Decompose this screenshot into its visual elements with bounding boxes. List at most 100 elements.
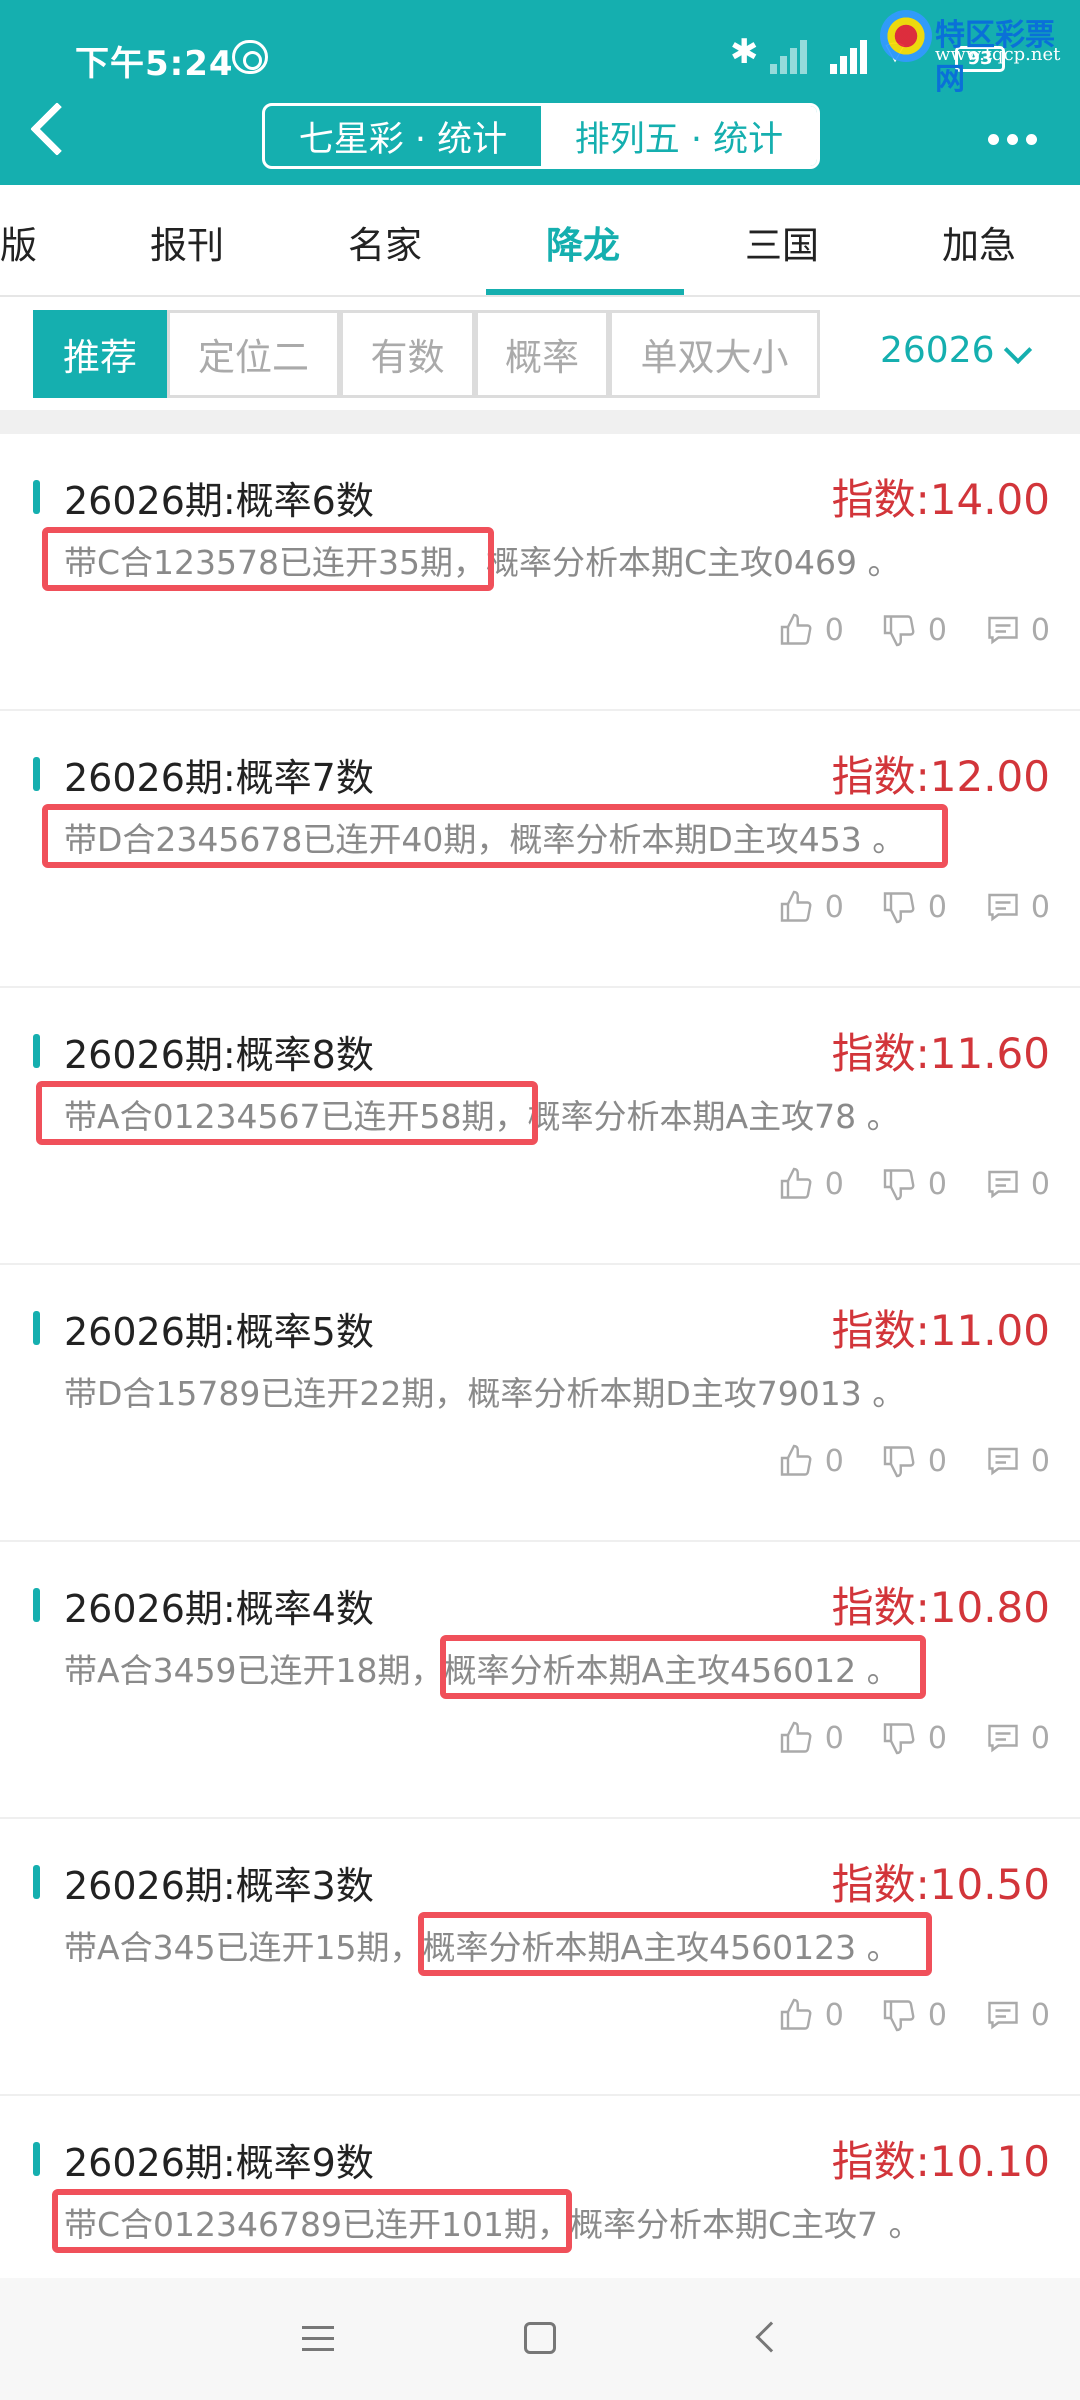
card-description: 带D合15789已连开22期，概率分析本期D主攻79013 。: [64, 1374, 906, 1413]
dislike-count: 0: [927, 612, 947, 648]
tab-jiaji[interactable]: 加急: [942, 215, 1016, 269]
comment-button[interactable]: 0: [985, 1443, 1050, 1479]
list-item[interactable]: 26026期:概率6数 指数:14.00 带C合123578已连开35期，概率分…: [0, 434, 1080, 711]
list-item[interactable]: 26026期:概率4数 指数:10.80 带A合3459已连开18期，概率分析本…: [0, 1542, 1080, 1819]
card-accent-bar: [33, 1588, 40, 1622]
dislike-button[interactable]: 0: [882, 1720, 947, 1756]
tab-ban[interactable]: 版: [0, 215, 37, 269]
bluetooth-icon: ✱: [730, 32, 759, 72]
thumbs-up-icon: [780, 1167, 812, 1199]
period-select[interactable]: 26026: [880, 330, 995, 371]
comment-count: 0: [1030, 1443, 1050, 1479]
like-count: 0: [824, 612, 844, 648]
filter-chip-youshu[interactable]: 有数: [340, 310, 475, 398]
section-divider: [0, 410, 1080, 434]
card-index-value: 指数:11.60: [831, 1029, 1050, 1078]
like-count: 0: [824, 1997, 844, 2033]
nav-back-icon[interactable]: [755, 2321, 787, 2353]
watermark-logo-icon: [880, 10, 932, 62]
lottery-segment-control: 七星彩 · 统计 排列五 · 统计: [262, 103, 820, 169]
tab-sanguo[interactable]: 三国: [745, 215, 819, 269]
signal-hd-icon: [830, 34, 880, 74]
signal-icon: [770, 34, 820, 74]
card-actions: 0 0 0: [779, 889, 1050, 925]
card-accent-bar: [33, 1865, 40, 1899]
card-description: 带A合345已连开15期，概率分析本期A主攻4560123 。: [64, 1928, 900, 1967]
watermark-url: www.tqcp.net: [935, 44, 1061, 65]
comment-button[interactable]: 0: [985, 1720, 1050, 1756]
card-accent-bar: [33, 1311, 40, 1345]
like-button[interactable]: 0: [779, 612, 844, 648]
comment-icon: [988, 1447, 1018, 1476]
tab-xianglong[interactable]: 降龙: [546, 215, 620, 269]
dislike-button[interactable]: 0: [882, 1997, 947, 2033]
thumbs-down-icon: [883, 2000, 915, 2032]
filter-chip-danshuang[interactable]: 单双大小: [609, 310, 820, 398]
comment-button[interactable]: 0: [985, 612, 1050, 648]
card-index-value: 指数:12.00: [831, 752, 1050, 801]
comment-button[interactable]: 0: [985, 889, 1050, 925]
comment-button[interactable]: 0: [985, 1997, 1050, 2033]
thumbs-up-icon: [780, 1998, 812, 2030]
card-index-value: 指数:11.00: [831, 1306, 1050, 1355]
comment-icon: [988, 1724, 1018, 1753]
chevron-down-icon[interactable]: [1003, 335, 1033, 365]
segment-pailiewu[interactable]: 排列五 · 统计: [541, 106, 817, 166]
card-title: 26026期:概率8数: [64, 1033, 374, 1077]
comment-count: 0: [1030, 889, 1050, 925]
dislike-button[interactable]: 0: [882, 1443, 947, 1479]
thumbs-down-icon: [883, 1446, 915, 1478]
more-options-icon[interactable]: [988, 130, 1045, 149]
back-arrow-icon[interactable]: [30, 102, 84, 156]
dislike-count: 0: [927, 889, 947, 925]
comment-button[interactable]: 0: [985, 1166, 1050, 1202]
comment-count: 0: [1030, 612, 1050, 648]
filter-chip-tuijian[interactable]: 推荐: [33, 310, 167, 398]
active-tab-indicator: [486, 289, 684, 295]
like-count: 0: [824, 1720, 844, 1756]
comment-icon: [988, 1170, 1018, 1199]
card-index-value: 指数:14.00: [831, 475, 1050, 524]
card-accent-bar: [33, 480, 40, 514]
like-button[interactable]: 0: [779, 1997, 844, 2033]
comment-icon: [988, 616, 1018, 645]
dislike-button[interactable]: 0: [882, 1166, 947, 1202]
comment-count: 0: [1030, 1166, 1050, 1202]
segment-qixingcai[interactable]: 七星彩 · 统计: [265, 106, 541, 166]
list-item[interactable]: 26026期:概率3数 指数:10.50 带A合345已连开15期，概率分析本期…: [0, 1819, 1080, 2096]
card-description: 带A合01234567已连开58期，概率分析本期A主攻78 。: [64, 1097, 900, 1136]
card-title: 26026期:概率7数: [64, 756, 374, 800]
card-description: 带C合012346789已连开101期，概率分析本期C主攻7 。: [64, 2205, 922, 2244]
dislike-button[interactable]: 0: [882, 612, 947, 648]
filter-bar: 推荐 定位二 有数 概率 单双大小 26026: [0, 310, 1080, 400]
system-navigation-bar: [0, 2278, 1080, 2400]
like-button[interactable]: 0: [779, 889, 844, 925]
tab-baokan[interactable]: 报刊: [150, 215, 224, 269]
like-button[interactable]: 0: [779, 1166, 844, 1202]
list-item[interactable]: 26026期:概率7数 指数:12.00 带D合2345678已连开40期，概率…: [0, 711, 1080, 988]
filter-chip-dingwei[interactable]: 定位二: [167, 310, 340, 398]
card-title: 26026期:概率6数: [64, 479, 374, 523]
thumbs-down-icon: [883, 1169, 915, 1201]
home-icon[interactable]: [524, 2322, 556, 2354]
like-button[interactable]: 0: [779, 1720, 844, 1756]
category-tabs: 版 报刊 名家 降龙 三国 加急: [0, 185, 1080, 297]
dislike-count: 0: [927, 1997, 947, 2033]
card-index-value: 指数:10.50: [831, 1860, 1050, 1909]
filter-chip-gailv[interactable]: 概率: [475, 310, 609, 398]
comment-icon: [988, 2001, 1018, 2030]
tab-mingjia[interactable]: 名家: [348, 215, 422, 269]
like-button[interactable]: 0: [779, 1443, 844, 1479]
dislike-button[interactable]: 0: [882, 889, 947, 925]
app-header: 下午5:24 ✱ ⌔ 93 特区彩票网 www.tqcp.net 七星彩 · 统…: [0, 0, 1080, 185]
card-actions: 0 0 0: [779, 1443, 1050, 1479]
card-title: 26026期:概率9数: [64, 2141, 374, 2185]
thumbs-down-icon: [883, 892, 915, 924]
comment-count: 0: [1030, 1997, 1050, 2033]
thumbs-down-icon: [883, 615, 915, 647]
menu-icon[interactable]: [302, 2326, 334, 2359]
list-item[interactable]: 26026期:概率8数 指数:11.60 带A合01234567已连开58期，概…: [0, 988, 1080, 1265]
dislike-count: 0: [927, 1166, 947, 1202]
list-item[interactable]: 26026期:概率5数 指数:11.00 带D合15789已连开22期，概率分析…: [0, 1265, 1080, 1542]
card-index-value: 指数:10.10: [831, 2137, 1050, 2186]
